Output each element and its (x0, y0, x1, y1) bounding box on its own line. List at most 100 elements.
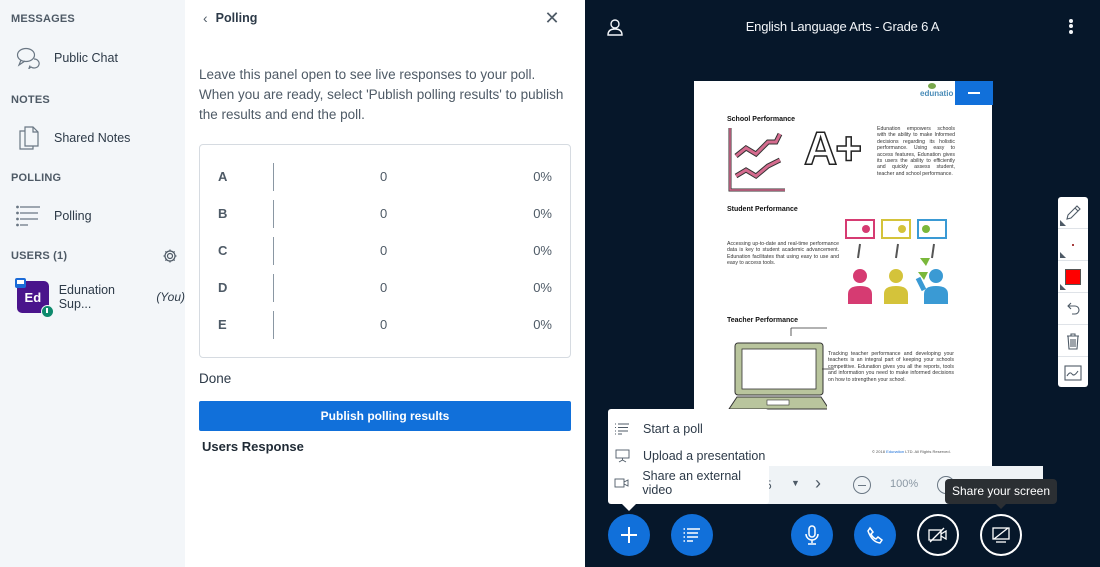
result-key: A (218, 169, 228, 184)
pencil-tool-button[interactable] (1058, 197, 1088, 229)
user-you-label: (You) (156, 290, 185, 304)
video-icon (614, 476, 629, 490)
poll-results: A 0 0% B 0 0% C 0 0% D 0 0% E 0 0% (199, 144, 571, 358)
meeting-title: English Language Arts - Grade 6 A (745, 19, 940, 34)
sidebar-item-public-chat[interactable]: Public Chat (0, 40, 185, 76)
menu-item-upload-presentation[interactable]: Upload a presentation (608, 442, 769, 469)
panel-title: Polling (215, 11, 258, 25)
user-name: Edunation Sup... (58, 283, 116, 311)
microphone-icon (805, 525, 819, 545)
result-percent: 0% (533, 317, 552, 332)
result-count: 0 (380, 169, 388, 184)
microphone-button[interactable] (791, 514, 833, 556)
caret-down-icon[interactable]: ▼ (791, 478, 800, 488)
user-list-item[interactable]: Ed Edunation Sup... (You) (0, 276, 185, 318)
school-performance-heading: School Performance (727, 116, 796, 123)
result-percent: 0% (533, 243, 552, 258)
chevron-left-icon: ‹ (203, 10, 208, 26)
result-row: A 0 0% (200, 163, 570, 191)
submenu-corner-icon (1060, 220, 1066, 226)
publish-results-button[interactable]: Publish polling results (199, 401, 571, 431)
result-key: E (218, 317, 227, 332)
sidebar: MESSAGES Public Chat NOTES Shared Notes … (0, 0, 185, 567)
school-performance-text: Edunation empowers schools with the abil… (877, 126, 955, 177)
color-tool-button[interactable] (1058, 261, 1088, 293)
undo-button[interactable] (1058, 293, 1088, 325)
result-percent: 0% (533, 206, 552, 221)
undo-icon (1067, 302, 1080, 315)
result-key: D (218, 280, 228, 295)
presentation-icon (614, 449, 630, 463)
submenu-corner-icon (1060, 252, 1066, 258)
multi-user-button[interactable] (1058, 357, 1088, 389)
result-count: 0 (380, 280, 388, 295)
copyright-suffix: LTD. All Rights Reserved. (904, 449, 951, 454)
result-percent: 0% (533, 280, 552, 295)
actions-button[interactable] (608, 514, 650, 556)
teacher-performance-text: Tracking teacher performance and develop… (828, 351, 954, 383)
result-row: D 0 0% (200, 274, 570, 302)
phone-icon (867, 526, 884, 544)
slide-logo: edunatio (920, 89, 954, 98)
polling-icon (683, 528, 700, 542)
thickness-dot-icon (1072, 243, 1074, 246)
panel-back-button[interactable]: ‹ Polling (203, 10, 257, 26)
sidebar-item-shared-notes[interactable]: Shared Notes (0, 120, 185, 156)
share-screen-tooltip: Share your screen (945, 479, 1057, 509)
teacher-performance-heading: Teacher Performance (727, 317, 799, 324)
divider (273, 163, 274, 191)
menu-item-start-poll[interactable]: Start a poll (608, 415, 769, 442)
menu-item-label: Upload a presentation (643, 448, 766, 463)
result-percent: 0% (533, 169, 552, 184)
result-row: E 0 0% (200, 311, 570, 339)
polling-icon (14, 202, 44, 230)
result-key: C (218, 243, 228, 258)
phone-button[interactable] (854, 514, 896, 556)
polling-panel: ‹ Polling ✕ Leave this panel open to see… (185, 0, 585, 567)
clear-button[interactable] (1058, 325, 1088, 357)
poll-status: Done (199, 371, 232, 386)
result-count: 0 (380, 243, 388, 258)
zoom-out-icon[interactable] (853, 476, 871, 494)
quick-poll-button[interactable] (671, 514, 713, 556)
close-icon[interactable]: ✕ (543, 9, 561, 27)
actions-menu: Start a poll Upload a presentation Share… (608, 409, 769, 511)
result-count: 0 (380, 206, 388, 221)
whiteboard-toolbar (1058, 197, 1088, 387)
divider (273, 200, 274, 228)
more-options-icon[interactable] (1065, 17, 1077, 37)
student-performance-text: Accessing up-to-date and real-time perfo… (727, 241, 839, 267)
avatar-initials: Ed (24, 289, 42, 305)
pencil-icon (1066, 204, 1081, 220)
chat-icon (14, 44, 44, 72)
notes-heading: NOTES (11, 94, 50, 106)
sidebar-item-polling[interactable]: Polling (0, 198, 185, 234)
result-key: B (218, 206, 228, 221)
submenu-corner-icon (1060, 284, 1066, 290)
notes-icon (14, 124, 44, 152)
main-area: English Language Arts - Grade 6 A edunat… (585, 0, 1100, 567)
student-performance-heading: Student Performance (727, 206, 798, 213)
screen-share-off-icon (992, 527, 1010, 543)
copyright-text: © 2018 (872, 449, 887, 454)
minimize-presentation-button[interactable] (955, 81, 993, 105)
result-row: C 0 0% (200, 237, 570, 265)
gear-icon[interactable] (162, 248, 178, 264)
next-slide-icon[interactable]: › (815, 473, 821, 494)
presenter-icon (15, 278, 26, 288)
messages-heading: MESSAGES (11, 13, 75, 25)
users-heading: USERS (1) (11, 250, 68, 262)
divider (273, 311, 274, 339)
slide-copyright: © 2018 Edunation LTD. All Rights Reserve… (872, 449, 951, 454)
menu-item-share-video[interactable]: Share an external video (608, 468, 769, 497)
grade-graphic: A+ (803, 121, 863, 175)
copyright-link: Edunation (886, 449, 905, 454)
thickness-tool-button[interactable] (1058, 229, 1088, 261)
zoom-level: 100% (890, 478, 919, 490)
polling-icon (614, 422, 630, 436)
laptop-illustration (728, 327, 827, 410)
share-screen-button[interactable] (980, 514, 1022, 556)
camera-button[interactable] (917, 514, 959, 556)
divider (273, 237, 274, 265)
menu-item-label: Share an external video (642, 468, 742, 497)
